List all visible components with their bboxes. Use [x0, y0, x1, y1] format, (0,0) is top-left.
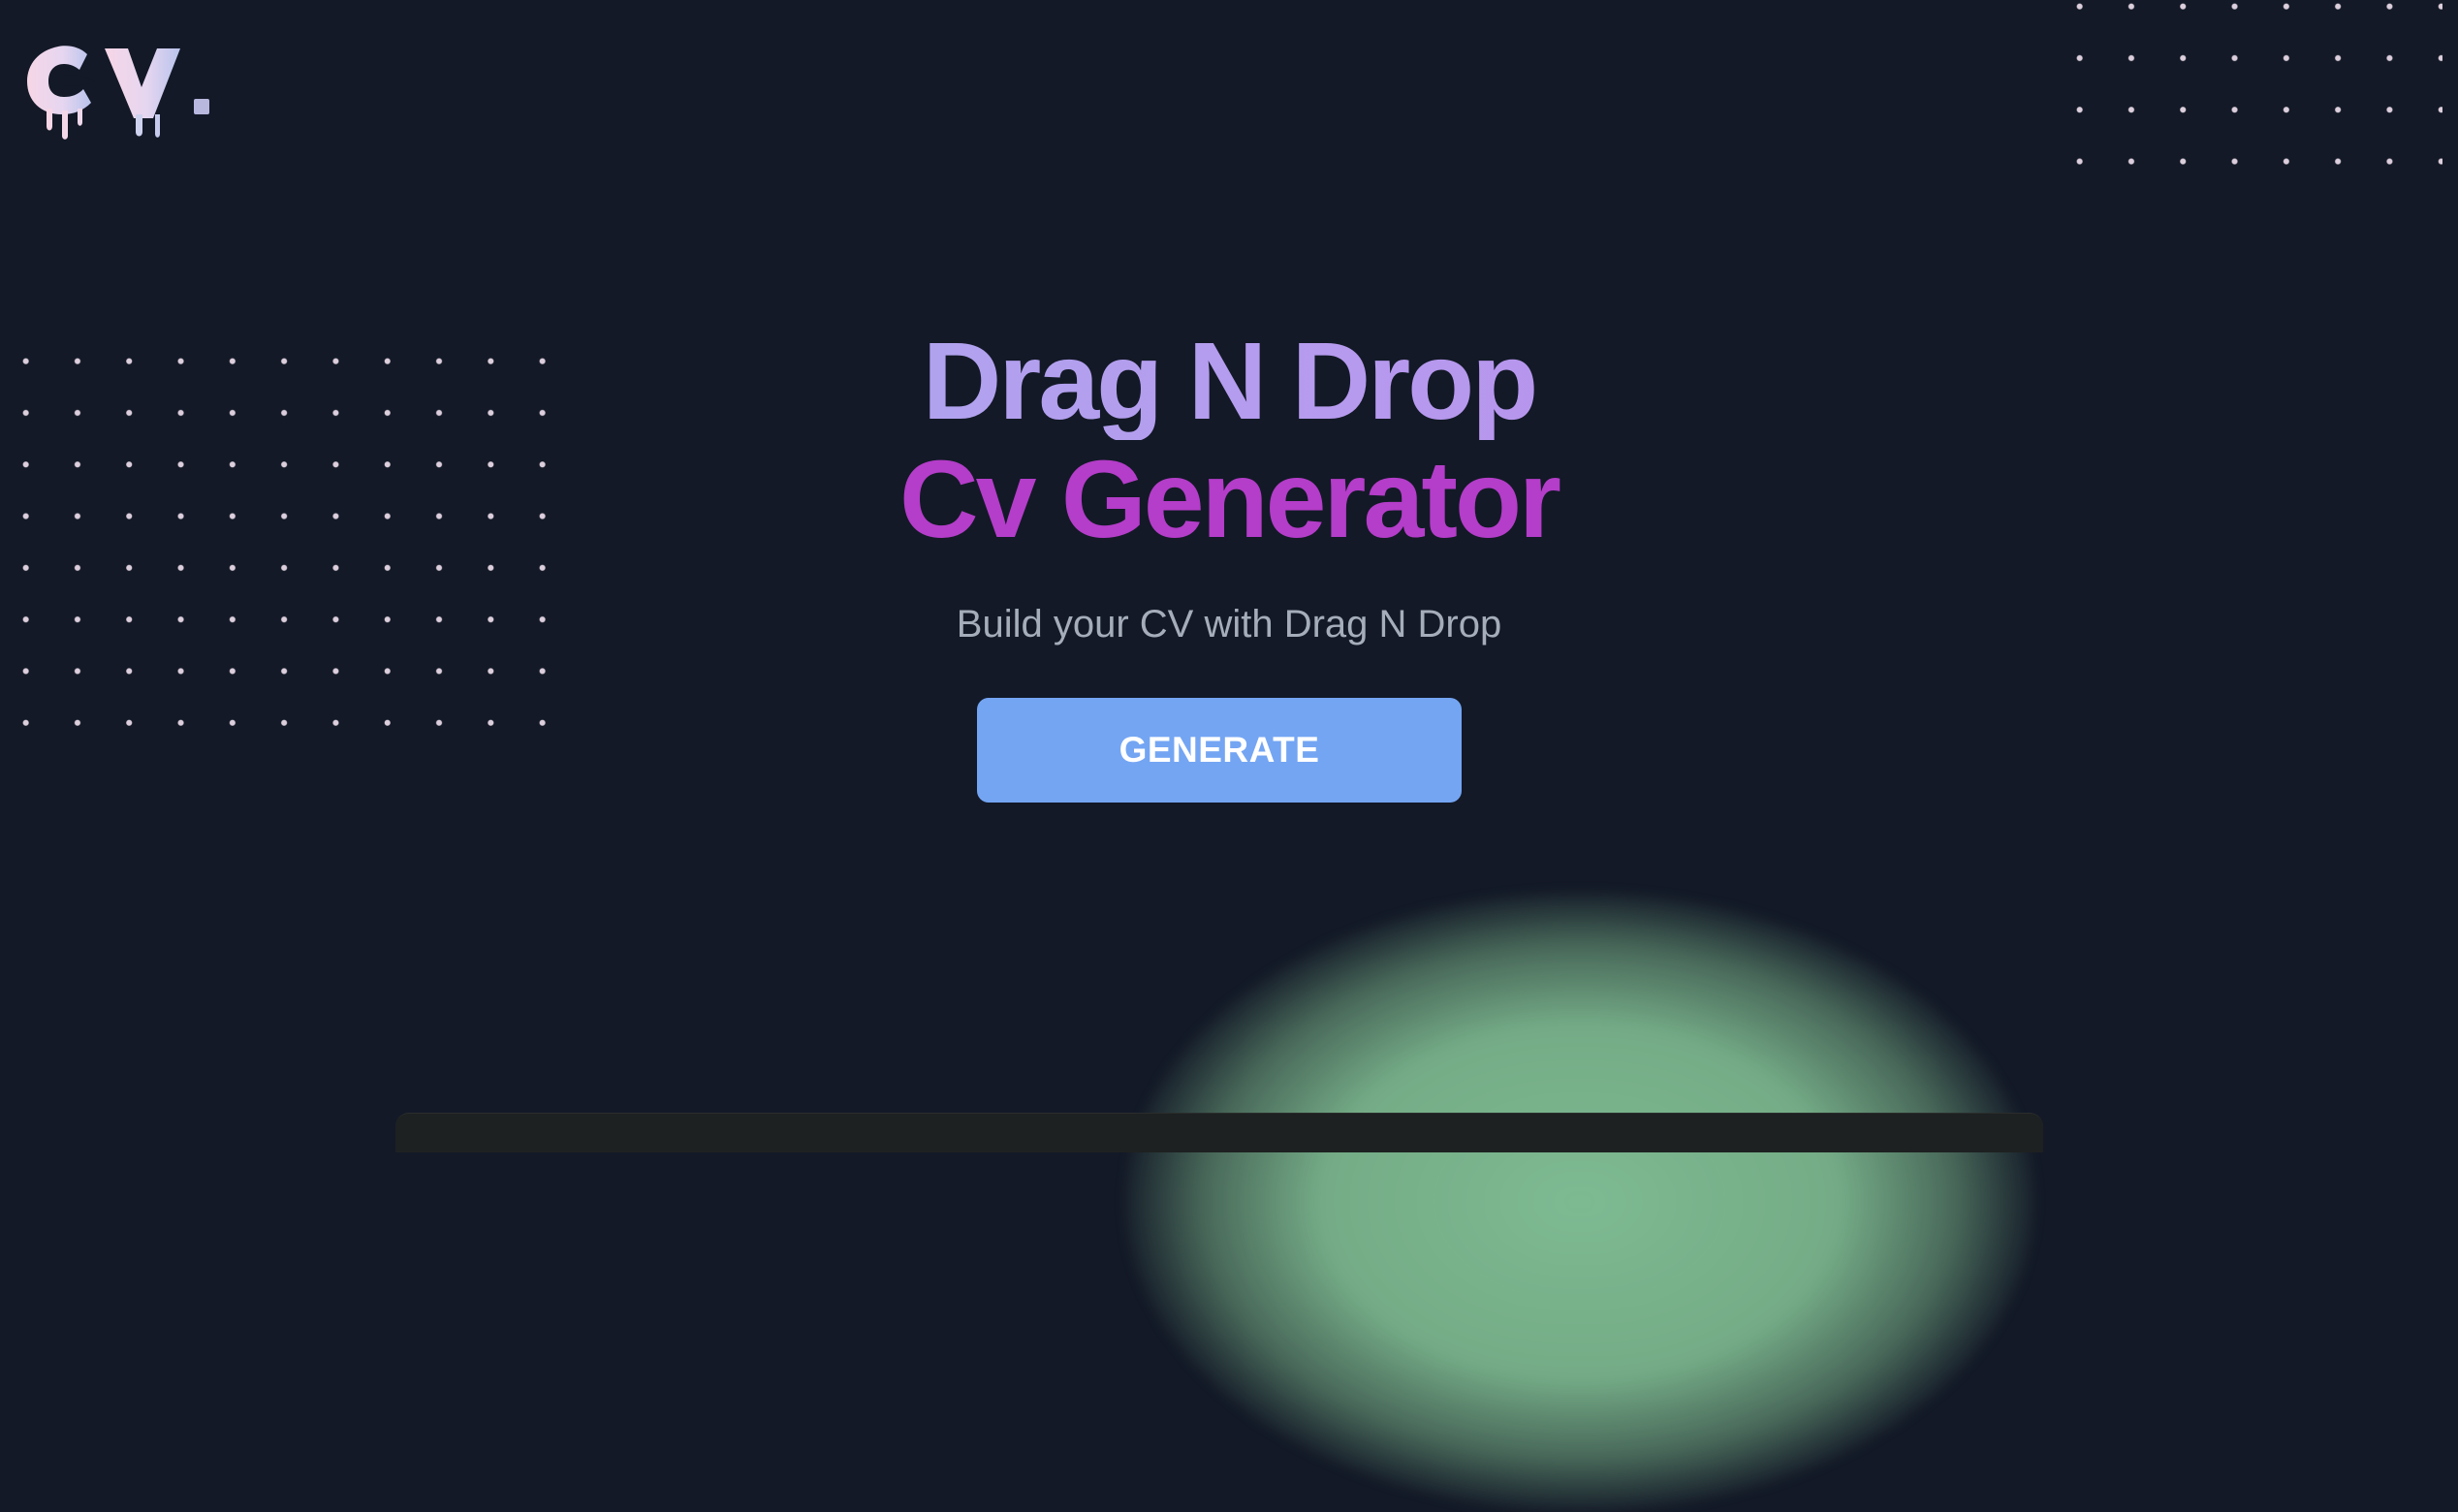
hero-title: Drag N Drop Cv Generator — [0, 322, 2458, 558]
hero-title-line-2: Cv Generator — [899, 438, 1561, 560]
hero-title-line-1: Drag N Drop — [0, 322, 2458, 440]
generate-button[interactable]: GENERATE — [977, 698, 1462, 803]
hero-subtitle: Build your CV with Drag N Drop — [956, 603, 1502, 646]
cv-logo[interactable] — [23, 25, 227, 151]
dripping-cv-logo-icon — [27, 46, 209, 140]
dot-grid-top-right — [2055, 0, 2442, 174]
preview-card-edge — [395, 1113, 2043, 1152]
green-glow — [1124, 892, 2035, 1512]
